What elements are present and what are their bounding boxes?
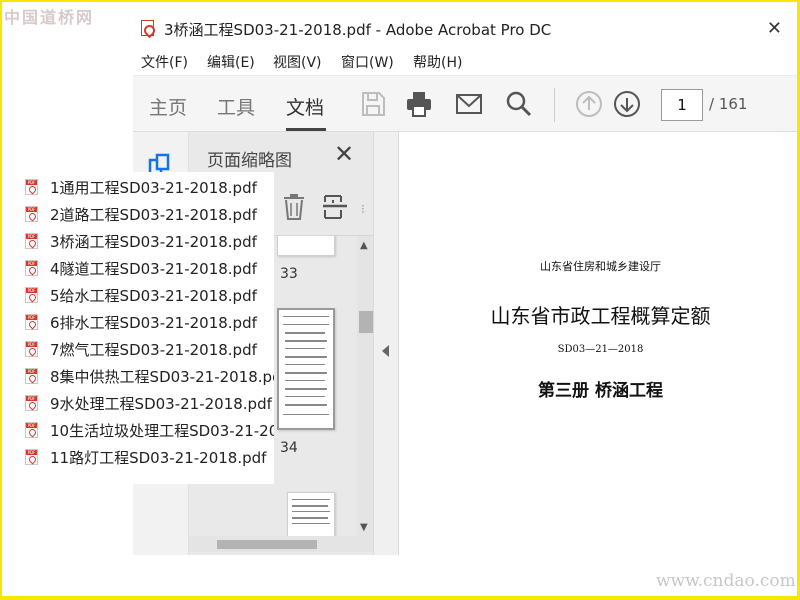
screenshot-frame: 中国道桥网 3桥涵工程SD03-21-2018.pdf - Adobe Acro…: [2, 2, 797, 596]
search-icon[interactable]: [505, 90, 533, 118]
page-number-input[interactable]: [661, 89, 703, 121]
extract-page-icon[interactable]: [323, 194, 347, 220]
scrollbar-thumb[interactable]: [359, 311, 373, 333]
email-icon[interactable]: [455, 90, 483, 118]
collapse-panel-icon[interactable]: [382, 345, 389, 357]
file-list-item[interactable]: 1通用工程SD03-21-2018.pdf: [20, 174, 274, 201]
page-total: / 161: [709, 95, 748, 113]
tab-document[interactable]: 文档: [286, 93, 324, 120]
delete-page-icon[interactable]: [283, 194, 305, 220]
tab-home[interactable]: 主页: [149, 93, 187, 120]
doc-code: SD03—21—2018: [557, 344, 644, 355]
more-tools-icon[interactable]: ⁝: [361, 202, 365, 216]
page-up-icon[interactable]: [575, 90, 603, 118]
menu-help[interactable]: 帮助(H): [413, 52, 462, 72]
scroll-up-arrow[interactable]: ▲: [360, 240, 368, 251]
thumbnail-page-number: 34: [280, 440, 298, 456]
toolbar-separator: [554, 88, 555, 122]
pdf-file-icon: [25, 422, 38, 438]
tab-tools[interactable]: 工具: [217, 93, 255, 120]
pdf-file-icon: [25, 260, 38, 276]
thumbnail-vertical-scrollbar[interactable]: ▲ ▼: [357, 236, 373, 536]
file-list-item[interactable]: 4隧道工程SD03-21-2018.pdf: [20, 255, 274, 282]
panel-close-button[interactable]: ✕: [334, 140, 354, 168]
pdf-file-list: 1通用工程SD03-21-2018.pdf 2道路工程SD03-21-2018.…: [20, 172, 274, 484]
thumbnail-table-preview: [283, 316, 329, 415]
page-thumbnail[interactable]: [277, 236, 335, 256]
document-view: 山东省住房和城乡建设厅 山东省市政工程概算定额 SD03—21—2018 第三册…: [399, 132, 797, 555]
panel-splitter[interactable]: [373, 132, 399, 555]
menu-view[interactable]: 视图(V): [273, 52, 322, 72]
file-list-item[interactable]: 8集中供热工程SD03-21-2018.pdf: [20, 363, 274, 390]
scrollbar-thumb[interactable]: [217, 540, 317, 549]
active-tab-indicator: [286, 128, 326, 131]
pdf-file-icon: [25, 368, 38, 384]
pdf-file-icon: [25, 287, 38, 303]
menu-bar: 文件(F) 编辑(E) 视图(V) 窗口(W) 帮助(H): [133, 46, 797, 76]
panel-title: 页面缩略图: [207, 151, 292, 171]
pdf-file-icon: [141, 20, 154, 36]
thumbnail-page-number: 33: [280, 266, 298, 282]
thumbnail-table-preview: [292, 499, 330, 524]
page-down-icon[interactable]: [613, 90, 641, 118]
file-list-item[interactable]: 10生活垃圾处理工程SD03-21-2018.pdf: [20, 417, 274, 444]
file-list-item[interactable]: 7燃气工程SD03-21-2018.pdf: [20, 336, 274, 363]
pdf-file-icon: [25, 341, 38, 357]
file-list-item[interactable]: 5给水工程SD03-21-2018.pdf: [20, 282, 274, 309]
file-list-item[interactable]: 2道路工程SD03-21-2018.pdf: [20, 201, 274, 228]
pdf-file-icon: [25, 179, 38, 195]
pdf-file-icon: [25, 233, 38, 249]
toolbar: 主页 工具 文档 1 / 161: [133, 76, 797, 132]
pdf-file-icon: [25, 314, 38, 330]
menu-edit[interactable]: 编辑(E): [207, 52, 255, 72]
file-list-item[interactable]: 9水处理工程SD03-21-2018.pdf: [20, 390, 274, 417]
file-list-item[interactable]: 3桥涵工程SD03-21-2018.pdf: [20, 228, 274, 255]
file-list-item[interactable]: 11路灯工程SD03-21-2018.pdf: [20, 444, 274, 471]
pdf-file-icon: [25, 206, 38, 222]
menu-file[interactable]: 文件(F): [141, 52, 188, 72]
doc-title: 山东省市政工程概算定额: [490, 304, 711, 328]
scroll-down-arrow[interactable]: ▼: [360, 522, 368, 533]
print-icon[interactable]: [405, 90, 433, 118]
doc-issuer: 山东省住房和城乡建设厅: [540, 260, 661, 273]
site-watermark: www.cndao.com: [656, 571, 796, 591]
thumbnail-horizontal-scrollbar[interactable]: [189, 536, 373, 552]
file-list-item[interactable]: 6排水工程SD03-21-2018.pdf: [20, 309, 274, 336]
save-icon[interactable]: [359, 90, 387, 118]
page-thumbnail-selected[interactable]: [277, 308, 335, 430]
close-window-button[interactable]: ✕: [767, 18, 782, 39]
title-bar: 3桥涵工程SD03-21-2018.pdf - Adobe Acrobat Pr…: [133, 10, 797, 46]
site-logo: 中国道桥网: [4, 8, 95, 27]
page-thumbnail[interactable]: [287, 492, 335, 536]
menu-window[interactable]: 窗口(W): [341, 52, 394, 72]
pdf-file-icon: [25, 449, 38, 465]
window-title: 3桥涵工程SD03-21-2018.pdf - Adobe Acrobat Pr…: [164, 21, 552, 39]
pdf-file-icon: [25, 395, 38, 411]
doc-volume: 第三册 桥涵工程: [538, 381, 663, 401]
